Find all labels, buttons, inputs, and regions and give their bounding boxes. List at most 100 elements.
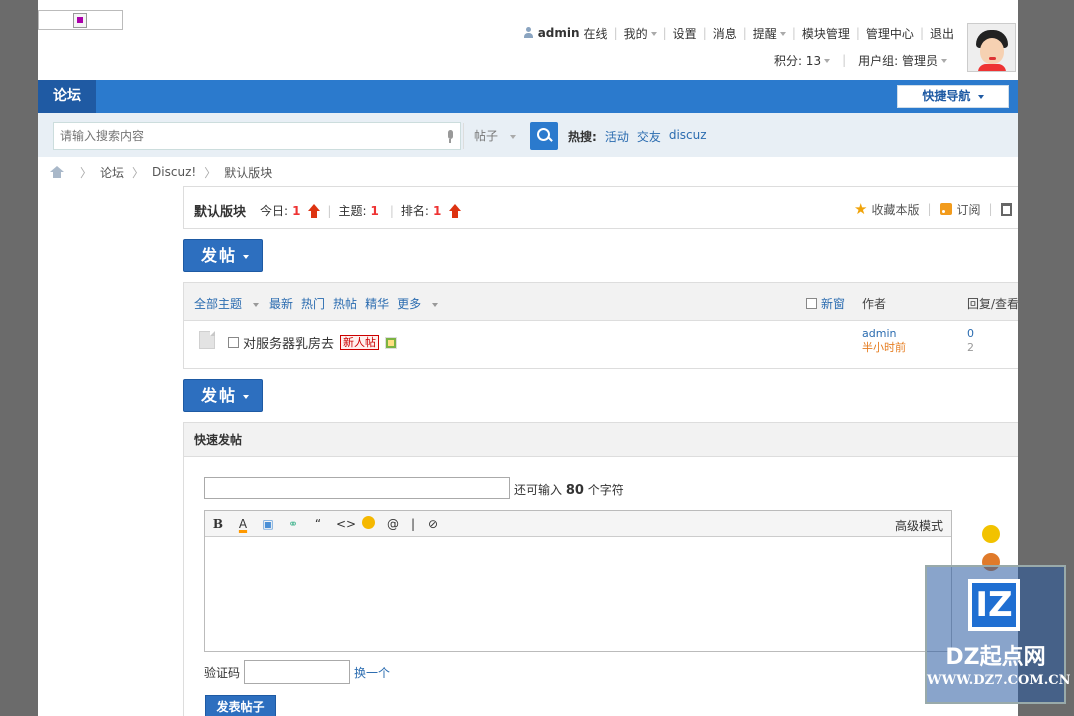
avatar-face [980, 38, 1004, 64]
messages-link[interactable]: 消息 [707, 25, 743, 42]
today-count: 1 [292, 203, 301, 218]
thread-list-header: 全部主题 最新 热门 热帖 精华 更多 新窗 作者 回复/查看 [184, 283, 1018, 321]
filter-hot[interactable]: 热帖 [333, 295, 357, 312]
chevron-down-icon [824, 59, 831, 63]
view-count: 2 [967, 341, 974, 354]
threads-label: 主题: [338, 204, 367, 218]
block-manage-link[interactable]: 模块管理 [796, 25, 856, 42]
filter-popular[interactable]: 热门 [301, 295, 325, 312]
quick-post-panel: 快速发帖 还可输入 80 个字符 B A ▣ ⚭ “ <> @ | ⊘ 高级模式 [183, 422, 1018, 716]
breadcrumb-item[interactable]: 论坛 [100, 164, 124, 181]
points-menu[interactable]: 积分: 13 [768, 52, 836, 69]
divider: | [327, 203, 332, 218]
broken-image-icon [73, 13, 87, 28]
subject-input[interactable] [204, 477, 510, 499]
reply-count[interactable]: 0 [967, 327, 974, 341]
microphone-icon[interactable] [446, 130, 454, 143]
smiley-icon[interactable] [361, 515, 375, 532]
new-post-button[interactable]: 发帖 [183, 379, 263, 412]
quick-nav-button[interactable]: 快捷导航 [897, 85, 1009, 108]
advanced-mode-link[interactable]: 高级模式 [895, 517, 943, 534]
search-type-label: 帖子 [474, 129, 499, 143]
page: admin 在线 | 我的 | 设置 | 消息 | 提醒 | 模块管理 | 管理… [38, 0, 1018, 716]
new-post-label: 发帖 [201, 246, 238, 265]
link-icon[interactable]: ⚭ [286, 517, 300, 531]
my-menu[interactable]: 我的 [618, 25, 663, 42]
filter-latest[interactable]: 最新 [269, 295, 293, 312]
chevron-down-icon [432, 302, 439, 307]
rank-value: 1 [432, 203, 442, 218]
breadcrumb-item[interactable]: 默认版块 [224, 164, 272, 181]
author-cell: admin 半小时前 [862, 327, 906, 355]
search-button[interactable] [530, 122, 558, 150]
quote-icon[interactable]: “ [311, 517, 325, 531]
mention-icon[interactable]: @ [386, 517, 400, 531]
hot-item[interactable]: 交友 [637, 128, 661, 145]
new-post-button[interactable]: 发帖 [183, 239, 263, 272]
hot-item[interactable]: discuz [669, 128, 707, 145]
watermark-name: DZ起点网 [945, 645, 1046, 670]
author-link[interactable]: admin [862, 327, 906, 341]
thread-title-link[interactable]: 对服务器乳房去 [243, 333, 334, 352]
editor-toolbar: B A ▣ ⚭ “ <> @ | ⊘ 高级模式 [205, 511, 951, 537]
forum-stats: 默认版块 今日: 1 | 主题: 1 | 排名: 1 [194, 201, 462, 220]
smiley-icon[interactable] [982, 525, 1000, 543]
divider: | [389, 203, 394, 218]
filter-all[interactable]: 全部主题 [194, 295, 260, 312]
forum-header: 默认版块 今日: 1 | 主题: 1 | 排名: 1 ★ 收藏本版 | 订阅 | [183, 186, 1018, 229]
breadcrumb: 〉 论坛 〉 Discuz! 〉 默认版块 [50, 163, 272, 181]
search-type-select[interactable]: 帖子 [463, 123, 523, 149]
search-input[interactable] [60, 128, 440, 144]
username[interactable]: admin [538, 26, 580, 40]
checkbox[interactable] [806, 298, 817, 309]
new-window-toggle[interactable]: 新窗 [806, 295, 845, 312]
usergroup-menu[interactable]: 用户组: 管理员 [852, 52, 953, 69]
user-toolbar: admin 在线 | 我的 | 设置 | 消息 | 提醒 | 模块管理 | 管理… [517, 23, 960, 43]
char-remaining: 还可输入 80 个字符 [514, 481, 624, 498]
online-status: 在线 [583, 26, 608, 41]
admin-center-link[interactable]: 管理中心 [860, 25, 920, 42]
thread-icon[interactable] [199, 331, 215, 349]
image-icon[interactable]: ▣ [261, 517, 275, 531]
filter-digest[interactable]: 精华 [365, 295, 389, 312]
home-icon[interactable] [50, 166, 64, 178]
favorite-forum-link[interactable]: 收藏本版 [871, 201, 919, 218]
remain-prefix: 还可输入 [514, 483, 563, 497]
chevron-down-icon [243, 254, 250, 259]
breadcrumb-separator: 〉 [132, 165, 145, 180]
subscribe-link[interactable]: 订阅 [957, 201, 981, 218]
chevron-down-icon [941, 59, 947, 63]
threads-count: 1 [370, 203, 379, 218]
reply-view-cell: 0 2 [967, 327, 974, 355]
username-link[interactable]: admin 在线 [517, 25, 614, 42]
avatar-body [978, 64, 1006, 71]
nav-item-forum[interactable]: 论坛 [38, 80, 96, 113]
thread-title-cell: 对服务器乳房去 新人帖 [228, 333, 398, 352]
star-icon: ★ [854, 200, 868, 218]
remain-count: 80 [565, 483, 584, 498]
settings-link[interactable]: 设置 [667, 25, 703, 42]
breadcrumb-item[interactable]: Discuz! [152, 165, 196, 179]
hot-searches: 热搜: 活动 交友 discuz [568, 128, 711, 145]
captcha-input[interactable] [244, 660, 350, 684]
chevron-down-icon [779, 32, 786, 36]
text-color-icon[interactable]: A [236, 517, 250, 531]
divider: | [988, 202, 993, 216]
trash-icon[interactable] [1000, 202, 1012, 216]
attachment-icon[interactable]: ⊘ [426, 517, 440, 531]
logout-link[interactable]: 退出 [924, 25, 960, 42]
site-logo[interactable] [38, 10, 123, 30]
search-bar: 帖子 热搜: 活动 交友 discuz [38, 113, 1018, 157]
submit-post-button[interactable]: 发表帖子 [205, 695, 276, 716]
captcha-refresh-link[interactable]: 换一个 [354, 664, 390, 681]
filter-more[interactable]: 更多 [397, 295, 439, 312]
message-textarea[interactable] [205, 537, 951, 651]
rss-icon [939, 203, 952, 215]
bold-icon[interactable]: B [211, 517, 225, 531]
checkbox[interactable] [228, 337, 239, 348]
code-icon[interactable]: <> [336, 517, 356, 531]
avatar[interactable] [967, 23, 1016, 72]
hot-item[interactable]: 活动 [605, 128, 629, 145]
divider: | [842, 53, 847, 67]
reminders-menu[interactable]: 提醒 [747, 25, 792, 42]
